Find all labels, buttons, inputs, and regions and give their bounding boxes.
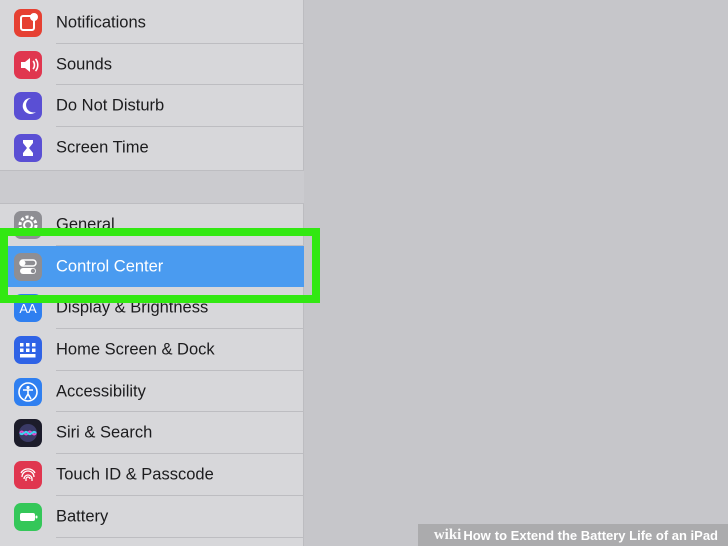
sidebar-item-label: Accessibility	[56, 382, 146, 401]
notifications-icon	[14, 8, 42, 37]
sidebar-item-siri-search[interactable]: Siri & Search	[0, 412, 304, 454]
hourglass-icon	[14, 133, 42, 162]
sidebar-item-label: Display & Brightness	[56, 298, 209, 317]
speaker-icon	[14, 50, 42, 79]
sidebar-item-home-screen-dock[interactable]: Home Screen & Dock	[0, 329, 304, 371]
battery-icon	[14, 502, 42, 531]
grid-icon	[14, 335, 42, 364]
sidebar-item-battery[interactable]: Battery	[0, 496, 304, 538]
sidebar-item-label: Control Center	[56, 257, 164, 276]
sidebar-item-label: General	[56, 215, 115, 234]
sidebar-item-control-center[interactable]: Control Center	[0, 245, 304, 288]
sidebar-item-label: Siri & Search	[56, 423, 153, 442]
gear-icon	[14, 210, 42, 239]
settings-group-main: General Control Center AA Display & Brig…	[0, 204, 304, 538]
sidebar-item-label: Touch ID & Passcode	[56, 465, 214, 484]
section-spacer	[0, 170, 304, 204]
watermark-wiki: wiki	[433, 526, 462, 543]
watermark-title: to Extend the Battery Life of an iPad	[494, 527, 718, 543]
aa-icon: AA	[14, 294, 42, 323]
sidebar-item-label: Do Not Disturb	[56, 96, 165, 115]
sidebar-item-label: Battery	[56, 507, 109, 526]
sidebar-item-label: Home Screen & Dock	[56, 340, 215, 359]
sidebar-item-display-brightness[interactable]: AA Display & Brightness	[0, 287, 304, 329]
moon-icon	[14, 92, 42, 121]
siri-icon	[14, 419, 42, 448]
fingerprint-icon	[14, 460, 42, 489]
sidebar-item-general[interactable]: General	[0, 204, 304, 246]
toggles-icon	[14, 252, 42, 281]
sidebar-item-label: Sounds	[56, 55, 112, 74]
sidebar-item-accessibility[interactable]: Accessibility	[0, 371, 304, 413]
wikihow-watermark: wiki How to Extend the Battery Life of a…	[418, 524, 728, 546]
sidebar-item-screen-time[interactable]: Screen Time	[0, 127, 304, 169]
sidebar-item-touch-id-passcode[interactable]: Touch ID & Passcode	[0, 454, 304, 496]
settings-sidebar: Notifications Sounds Do Not Disturb Scre…	[0, 0, 304, 546]
sidebar-item-label: Screen Time	[56, 138, 149, 157]
sidebar-item-label: Notifications	[56, 13, 146, 32]
sidebar-item-do-not-disturb[interactable]: Do Not Disturb	[0, 85, 304, 127]
sidebar-item-notifications[interactable]: Notifications	[0, 2, 304, 44]
settings-group-top: Notifications Sounds Do Not Disturb Scre…	[0, 2, 304, 169]
accessibility-icon	[14, 377, 42, 406]
sidebar-item-sounds[interactable]: Sounds	[0, 44, 304, 86]
watermark-how: How	[463, 527, 491, 543]
